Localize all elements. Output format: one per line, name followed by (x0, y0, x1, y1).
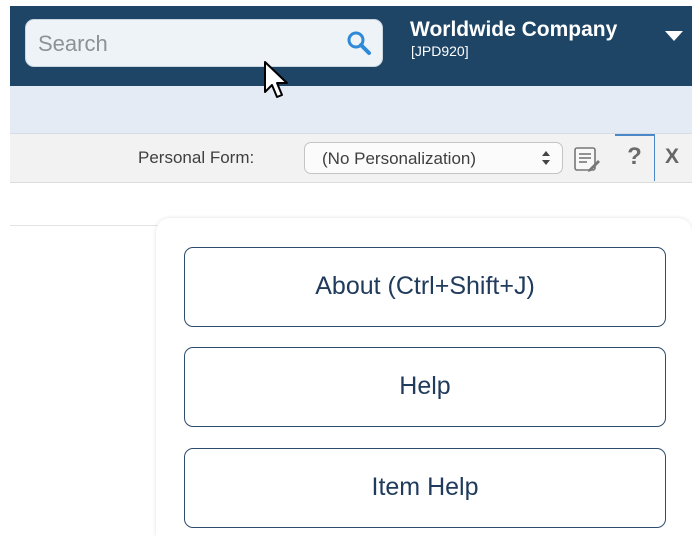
about-button[interactable]: About (Ctrl+Shift+J) (184, 247, 666, 327)
search-input[interactable] (36, 20, 340, 68)
form-toolbar: Personal Form: (No Personalization) ? X (10, 134, 692, 183)
help-menu-popover: About (Ctrl+Shift+J) Help Item Help (156, 218, 692, 536)
personal-form-value: (No Personalization) (322, 149, 477, 168)
help-item-button[interactable]: Help (184, 347, 666, 427)
app-header: Worldwide Company [JPD920] (10, 6, 692, 86)
notes-icon[interactable] (572, 144, 602, 174)
help-button[interactable]: ? (615, 134, 655, 181)
divider (10, 225, 170, 226)
search-box (25, 19, 383, 68)
chevron-down-icon[interactable] (664, 29, 684, 43)
search-icon[interactable] (346, 30, 372, 56)
personal-form-label: Personal Form: (138, 148, 255, 167)
item-help-button[interactable]: Item Help (184, 448, 666, 528)
close-icon[interactable]: X (665, 145, 679, 169)
question-icon: ? (627, 143, 642, 170)
company-name[interactable]: Worldwide Company (410, 18, 617, 42)
personal-form-select[interactable]: (No Personalization) (304, 142, 563, 174)
secondary-bar (10, 86, 692, 134)
select-arrows-icon (542, 151, 550, 165)
popover-caret (605, 190, 657, 220)
company-code: [JPD920] (411, 43, 469, 59)
